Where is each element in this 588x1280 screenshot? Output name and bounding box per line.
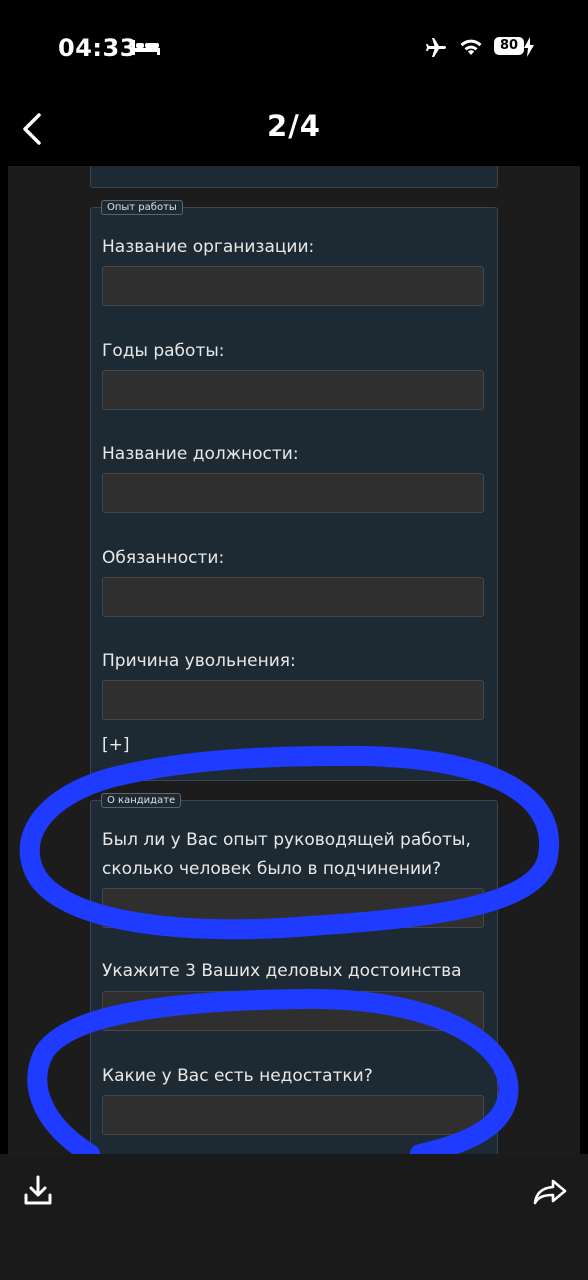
years-label: Годы работы: xyxy=(102,341,225,361)
organization-label: Название организации: xyxy=(102,237,315,257)
duties-label: Обязанности: xyxy=(102,548,225,568)
organization-input[interactable] xyxy=(102,266,484,306)
download-icon[interactable] xyxy=(22,1174,54,1208)
status-bar: 04:33 80 xyxy=(0,0,588,96)
bed-icon xyxy=(132,40,160,55)
experience-legend: Опыт работы xyxy=(101,200,183,215)
viewer-nav-bar: 2/4 xyxy=(0,96,588,166)
weaknesses-label: Какие у Вас есть недостатки? xyxy=(102,1066,373,1086)
bolt-icon xyxy=(524,37,534,57)
years-input[interactable] xyxy=(102,370,484,410)
position-label: Название должности: xyxy=(102,444,299,464)
experience-fieldset: Опыт работы Название организации: Годы р… xyxy=(90,200,498,781)
strengths-input[interactable] xyxy=(102,991,484,1031)
duties-input[interactable] xyxy=(102,577,484,617)
candidate-fieldset: О кандидате Был ли у Вас опыт руководяще… xyxy=(90,793,498,1154)
share-icon[interactable] xyxy=(532,1178,568,1206)
wifi-icon xyxy=(460,39,482,55)
strengths-label: Укажите 3 Ваших деловых достоинства xyxy=(102,961,462,981)
add-experience-button[interactable]: [+] xyxy=(102,735,130,755)
image-content: Опыт работы Название организации: Годы р… xyxy=(0,166,588,1154)
page-counter: 2/4 xyxy=(267,109,321,143)
leave-reason-label: Причина увольнения: xyxy=(102,651,296,671)
weaknesses-input[interactable] xyxy=(102,1095,484,1135)
position-input[interactable] xyxy=(102,473,484,513)
previous-fieldset xyxy=(90,166,498,188)
management-question-line2: сколько человек было в подчинении? xyxy=(102,859,442,879)
airplane-icon xyxy=(426,38,446,57)
leave-reason-input[interactable] xyxy=(102,680,484,720)
management-input[interactable] xyxy=(102,888,484,928)
management-question-line1: Был ли у Вас опыт руководящей работы, xyxy=(102,830,471,850)
status-time: 04:33 xyxy=(58,34,137,62)
battery-icon: 80 xyxy=(494,37,536,57)
candidate-legend: О кандидате xyxy=(101,793,182,808)
battery-level: 80 xyxy=(494,37,524,55)
viewer-bottom-bar xyxy=(0,1154,588,1280)
